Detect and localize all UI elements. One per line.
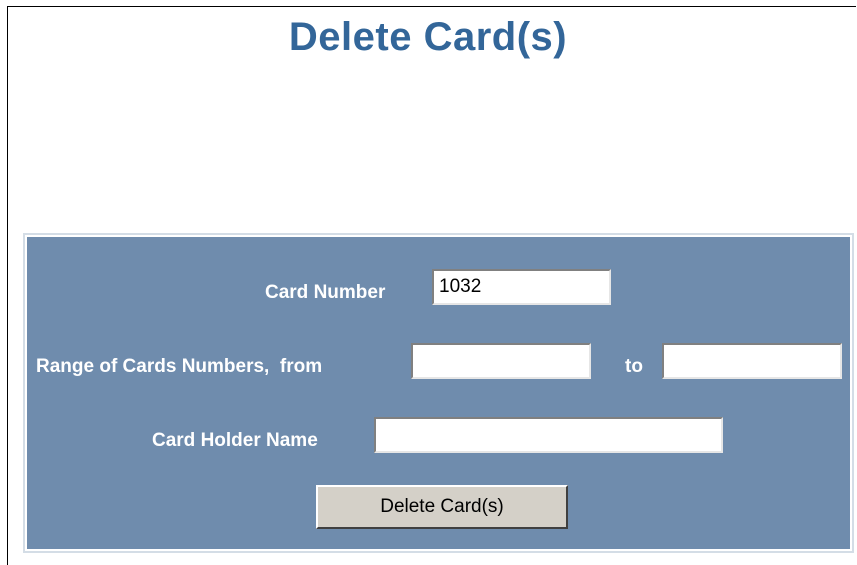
- range-from-label: Range of Cards Numbers, from: [36, 356, 323, 377]
- card-number-input[interactable]: [432, 269, 611, 305]
- card-number-label: Card Number: [265, 282, 386, 303]
- range-to-input[interactable]: [662, 343, 842, 379]
- content-frame: Delete Card(s) Card Number Range of Card…: [7, 6, 856, 565]
- page-title: Delete Card(s): [288, 15, 568, 59]
- delete-card-form-panel: Card Number Range of Cards Numbers, from…: [23, 233, 854, 553]
- range-from-input[interactable]: [411, 343, 591, 379]
- card-holder-name-input[interactable]: [374, 417, 723, 453]
- delete-cards-button[interactable]: Delete Card(s): [316, 485, 568, 529]
- range-to-label: to: [625, 356, 643, 377]
- form-background: Card Number Range of Cards Numbers, from…: [27, 237, 850, 549]
- card-holder-name-label: Card Holder Name: [152, 430, 318, 451]
